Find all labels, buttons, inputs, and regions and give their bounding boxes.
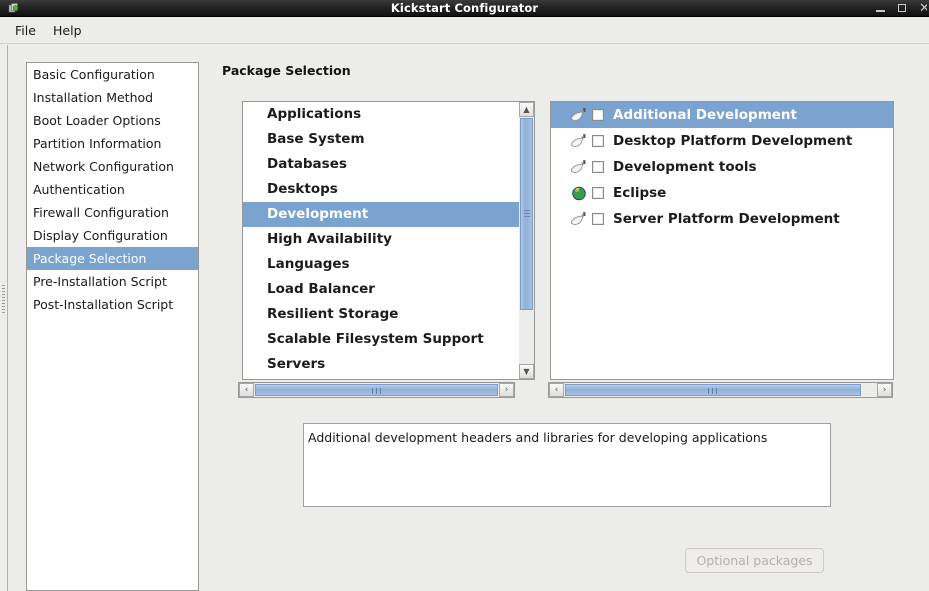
sidebar-item-label: Basic Configuration [33, 67, 155, 82]
package-group-label: Server Platform Development [613, 211, 840, 227]
package-group-icon [570, 159, 589, 175]
group-scroll-right-arrow-icon[interactable]: › [877, 383, 892, 397]
pane-splitter-handle[interactable] [0, 45, 8, 591]
category-item-label: Servers [267, 356, 326, 372]
package-group-checkbox[interactable] [592, 135, 604, 147]
sidebar-item[interactable]: Firewall Configuration [27, 201, 198, 224]
menu-item-file[interactable]: File [9, 21, 42, 40]
window-title: Kickstart Configurator [390, 1, 539, 15]
category-list-item[interactable]: High Availability [243, 227, 519, 252]
sidebar-item-label: Post-Installation Script [33, 297, 174, 312]
sidebar-item[interactable]: Basic Configuration [27, 63, 198, 86]
scroll-down-arrow-icon[interactable]: ▼ [519, 364, 534, 379]
optional-packages-button[interactable]: Optional packages [685, 548, 824, 573]
sidebar-item[interactable]: Partition Information [27, 132, 198, 155]
category-item-label: Resilient Storage [267, 306, 399, 322]
group-scroll-left-arrow-icon[interactable]: ‹ [549, 383, 564, 397]
category-list-item[interactable]: Load Balancer [243, 277, 519, 302]
scroll-left-arrow-icon[interactable]: ‹ [239, 383, 254, 397]
category-list-item[interactable]: Desktops [243, 177, 519, 202]
group-list-horizontal-scrollbar[interactable]: ‹ › [548, 382, 893, 398]
category-list-horizontal-scrollbar[interactable]: ‹ › [238, 382, 515, 398]
window-titlebar[interactable]: Kickstart Configurator ✕ [0, 0, 929, 17]
group-hscroll-thumb[interactable] [565, 384, 861, 396]
maximize-button[interactable] [897, 3, 908, 14]
sidebar-item[interactable]: Package Selection [27, 247, 198, 270]
window-controls: ✕ [875, 0, 927, 17]
category-item-label: Base System [267, 131, 365, 147]
sidebar-item-label: Firewall Configuration [33, 205, 169, 220]
minimize-button[interactable] [875, 3, 886, 14]
package-group-row[interactable]: Desktop Platform Development [551, 128, 893, 154]
package-group-label: Desktop Platform Development [613, 133, 853, 149]
category-list-item[interactable]: Databases [243, 152, 519, 177]
category-list-item[interactable]: Applications [243, 102, 519, 127]
menu-item-help[interactable]: Help [47, 21, 88, 40]
category-list-item[interactable]: Servers [243, 352, 519, 377]
package-group-row[interactable]: Development tools [551, 154, 893, 180]
sidebar-item[interactable]: Display Configuration [27, 224, 198, 247]
sidebar-item[interactable]: Network Configuration [27, 155, 198, 178]
sidebar-item[interactable]: Post-Installation Script [27, 293, 198, 316]
sidebar-item[interactable]: Boot Loader Options [27, 109, 198, 132]
sidebar-item-label: Boot Loader Options [33, 113, 161, 128]
sidebar-item[interactable]: Installation Method [27, 86, 198, 109]
category-list-item[interactable]: Resilient Storage [243, 302, 519, 327]
sidebar-item-label: Display Configuration [33, 228, 168, 243]
category-list-vertical-scrollbar[interactable]: ▲ ▼ [519, 101, 535, 380]
category-vscroll-thumb[interactable] [520, 118, 533, 310]
sidebar-item-label: Authentication [33, 182, 125, 197]
category-item-label: Databases [267, 156, 347, 172]
category-item-label: Development [267, 206, 369, 222]
kickstart-configurator-window: Kickstart Configurator ✕ File Help Basic… [0, 0, 929, 591]
category-item-label: Languages [267, 256, 350, 272]
page-title: Package Selection [222, 63, 351, 78]
sidebar-item-label: Installation Method [33, 90, 154, 105]
category-list-item[interactable]: Development [243, 202, 519, 227]
sidebar-item[interactable]: Pre-Installation Script [27, 270, 198, 293]
package-group-checkbox[interactable] [592, 161, 604, 173]
package-group-icon [570, 107, 589, 123]
menubar: File Help [0, 17, 929, 44]
category-item-label: High Availability [267, 231, 392, 247]
package-group-checkbox[interactable] [592, 109, 604, 121]
package-group-row[interactable]: Additional Development [551, 102, 893, 128]
category-item-label: Load Balancer [267, 281, 375, 297]
package-description-box[interactable]: Additional development headers and libra… [303, 423, 831, 507]
package-category-list[interactable]: Applications Base System Databases Desktops… [242, 101, 520, 380]
category-list-item[interactable]: Languages [243, 252, 519, 277]
sidebar-item[interactable]: Authentication [27, 178, 198, 201]
sidebar-item-label: Package Selection [33, 251, 147, 266]
package-group-checkbox[interactable] [592, 187, 604, 199]
category-list-item[interactable]: Scalable Filesystem Support [243, 327, 519, 352]
main-panel: Package Selection Applications Base Syste… [208, 45, 929, 591]
package-group-icon [570, 133, 589, 149]
close-icon[interactable]: ✕ [919, 3, 927, 14]
package-group-label: Additional Development [613, 107, 797, 123]
sidebar-navigation-list[interactable]: Basic Configuration Installation Method Bo… [26, 62, 199, 591]
sidebar-item-label: Pre-Installation Script [33, 274, 167, 289]
package-group-row[interactable]: Eclipse [551, 180, 893, 206]
sidebar-item-label: Network Configuration [33, 159, 174, 174]
category-list-item[interactable]: Base System [243, 127, 519, 152]
sidebar-item-label: Partition Information [33, 136, 162, 151]
package-group-list[interactable]: Additional Development Desktop Platform D… [550, 101, 894, 380]
package-group-row[interactable]: Server Platform Development [551, 206, 893, 232]
category-hscroll-thumb[interactable] [255, 384, 498, 396]
package-group-label: Eclipse [613, 185, 667, 201]
category-item-label: Applications [267, 106, 362, 122]
package-group-label: Development tools [613, 159, 757, 175]
category-item-label: Desktops [267, 181, 338, 197]
globe-icon [570, 185, 589, 201]
content-area: Basic Configuration Installation Method Bo… [0, 45, 929, 591]
package-group-checkbox[interactable] [592, 213, 604, 225]
scroll-up-arrow-icon[interactable]: ▲ [519, 102, 534, 117]
scroll-right-arrow-icon[interactable]: › [499, 383, 514, 397]
package-group-icon [570, 211, 589, 227]
category-item-label: Scalable Filesystem Support [267, 331, 484, 347]
